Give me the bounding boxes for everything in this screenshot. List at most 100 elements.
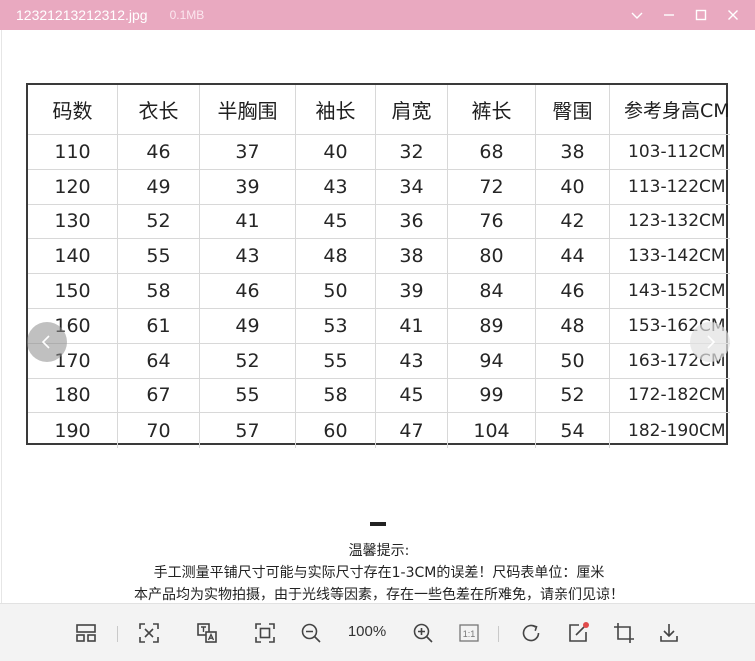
table-cell: 45 [296,204,376,240]
edit-icon [569,622,589,642]
table-cell: 130 [28,204,118,240]
notice-title: 温馨提示: [348,543,410,559]
table-cell: 110 [28,135,118,170]
table-cell: 55 [118,239,200,275]
table-cell: 52 [536,378,610,414]
table-cell: 94 [448,343,536,379]
crop-button[interactable] [611,620,637,646]
table-cell: 133-142CM [610,239,730,275]
table-cell: 37 [200,135,296,170]
table-cell: 55 [200,378,296,414]
table-cell: 150 [28,274,118,309]
zoom-level[interactable]: 100% [344,623,390,640]
table-cell: 76 [448,204,536,240]
notice-line-1: 手工测量平铺尺寸可能与实际尺寸存在1-3CM的误差！尺码表单位：厘米 [153,565,605,581]
zoom-out-button[interactable] [298,620,324,646]
table-cell: 190 [28,413,118,449]
ocr-button[interactable] [194,620,220,646]
table-header-cell: 袖长 [296,85,376,135]
table-cell: 50 [296,274,376,309]
actual-size-label: 1:1 [463,629,476,639]
close-button[interactable] [717,0,749,30]
table-cell: 42 [536,204,610,240]
table-cell: 53 [296,308,376,344]
image-viewport[interactable]: 码数 衣长 半胸围 袖长 肩宽 裤长 臀围 参考身高CM 110 46 37 40 32 68 38 103-… [1,30,755,614]
maximize-icon [695,9,707,21]
table-cell: 34 [376,169,448,205]
file-name: 12321213212312.jpg [16,7,148,23]
maximize-button[interactable] [685,0,717,30]
minimize-button[interactable] [653,0,685,30]
table-cell: 38 [536,135,610,170]
rotate-button[interactable] [518,620,544,646]
table-header-cell: 参考身高CM [610,85,730,135]
download-button[interactable] [656,620,682,646]
table-cell: 48 [296,239,376,275]
toolbar-separator [117,626,118,642]
table-cell: 67 [118,378,200,414]
table-cell: 45 [376,378,448,414]
table-header-cell: 半胸围 [200,85,296,135]
table-cell: 143-152CM [610,274,730,309]
table-cell: 52 [200,343,296,379]
displayed-image: 码数 衣长 半胸围 袖长 肩宽 裤长 臀围 参考身高CM 110 46 37 40 32 68 38 103-… [22,80,736,614]
fullscreen-button[interactable] [252,620,278,646]
table-cell: 39 [376,274,448,309]
notice-line-2: 本产品均为实物拍摄，由于光线等因素，存在一些色差在所难免，请亲们见谅！ [134,587,624,603]
table-cell: 64 [118,343,200,379]
table-cell: 84 [448,274,536,309]
title-bar: 12321213212312.jpg 0.1MB [0,0,755,30]
thumbnails-icon [76,624,96,642]
table-cell: 80 [448,239,536,275]
next-image-button[interactable] [690,322,730,362]
actual-size-button[interactable]: 1:1 [456,620,482,646]
table-cell: 38 [376,239,448,275]
file-size: 0.1MB [169,8,205,22]
download-icon [660,624,678,642]
size-chart-table: 码数 衣长 半胸围 袖长 肩宽 裤长 臀围 参考身高CM 110 46 37 40 32 68 38 103-… [26,83,730,449]
chevron-right-icon [707,335,716,349]
table-cell: 60 [296,413,376,449]
table-header-cell: 裤长 [448,85,536,135]
table-cell: 104 [448,413,536,449]
table-cell: 49 [118,169,200,205]
table-cell: 36 [376,204,448,240]
table-cell: 103-112CM [610,135,730,170]
bottom-toolbar: 100% 1:1 [0,603,755,661]
zoom-in-icon [413,623,433,643]
table-cell: 180 [28,378,118,414]
dash-mark [370,522,386,526]
table-cell: 57 [200,413,296,449]
table-cell: 58 [296,378,376,414]
table-cell: 172-182CM [610,379,730,414]
chevron-left-icon [41,335,50,349]
table-cell: 43 [376,343,448,379]
fit-window-icon [139,623,159,643]
zoom-in-button[interactable] [410,620,436,646]
zoom-out-icon [301,623,321,643]
table-cell: 46 [536,274,610,309]
table-cell: 43 [296,169,376,205]
table-cell: 41 [376,308,448,344]
table-cell: 40 [536,169,610,205]
fullscreen-icon [255,623,275,643]
table-cell: 44 [536,239,610,275]
rotate-icon [522,624,540,642]
table-cell: 50 [536,343,610,379]
crop-icon [614,623,634,643]
table-cell: 123-132CM [610,205,730,240]
ocr-icon [197,623,217,643]
table-cell: 32 [376,135,448,170]
table-cell: 46 [118,135,200,170]
close-icon [728,10,738,20]
thumbnails-button[interactable] [73,620,99,646]
fit-window-button[interactable] [136,620,162,646]
table-cell: 61 [118,308,200,344]
notification-dot [583,622,589,628]
table-header-cell: 码数 [28,85,118,135]
table-cell: 46 [200,274,296,309]
previous-image-button[interactable] [27,322,67,362]
table-cell: 113-122CM [610,170,730,205]
dropdown-button[interactable] [621,0,653,30]
edit-button[interactable] [565,620,591,646]
